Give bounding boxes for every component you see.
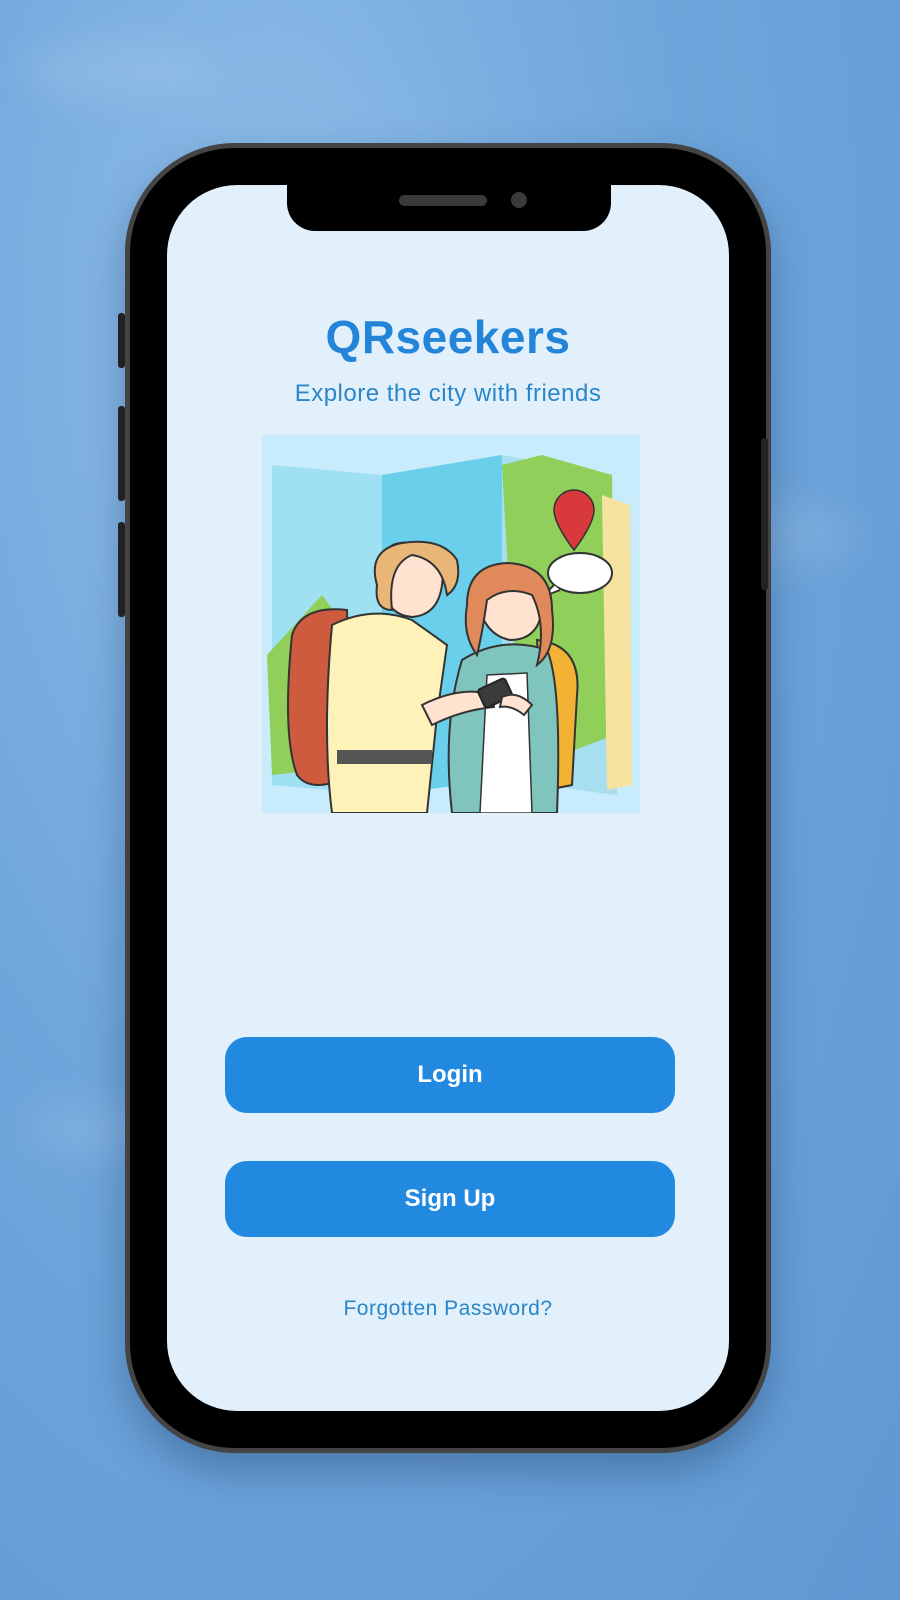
phone-volume-down-button bbox=[118, 522, 125, 617]
phone-volume-up-button bbox=[118, 406, 125, 501]
phone-power-button bbox=[761, 438, 768, 590]
forgot-password-link[interactable]: Forgotten Password? bbox=[167, 1297, 729, 1321]
app-subtitle: Explore the city with friends bbox=[294, 380, 602, 407]
phone-side-button bbox=[118, 313, 125, 368]
app-title: QRseekers bbox=[325, 311, 571, 363]
phone-frame: QRseekers Explore the city with friends bbox=[118, 143, 771, 1453]
phone-notch bbox=[287, 185, 611, 231]
login-button[interactable]: Login bbox=[225, 1037, 675, 1113]
background-blob bbox=[20, 40, 220, 100]
speaker-grille bbox=[399, 195, 487, 206]
front-camera bbox=[511, 192, 527, 208]
travelers-with-map-illustration bbox=[262, 435, 640, 814]
signup-button[interactable]: Sign Up bbox=[225, 1161, 675, 1237]
phone-screen: QRseekers Explore the city with friends bbox=[167, 185, 729, 1411]
illustration-svg bbox=[267, 455, 632, 814]
